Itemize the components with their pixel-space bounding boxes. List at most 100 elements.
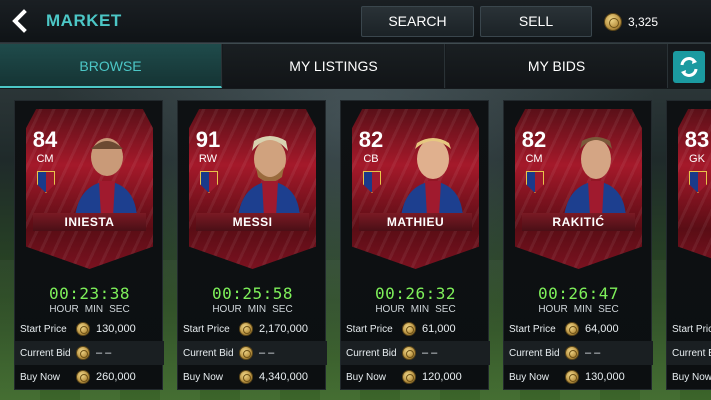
start-price-row: Start Price [667, 317, 711, 341]
tab-browse[interactable]: BROWSE [0, 44, 222, 88]
start-price-row: Start Price 130,000 [15, 317, 164, 341]
player-portrait [401, 138, 463, 217]
buy-now-value: 260,000 [96, 371, 136, 383]
page-title: MARKET [46, 11, 122, 30]
start-price-label: Start Price [509, 323, 556, 335]
timer-units: HOUR MIN SEC [15, 304, 164, 315]
coin-icon [239, 370, 253, 384]
player-portrait [75, 138, 137, 217]
player-name: INIESTA [33, 213, 146, 231]
coin-icon [565, 346, 579, 360]
start-price-value: 61,000 [422, 323, 456, 335]
coin-icon [76, 346, 90, 360]
current-bid-value: – – [585, 347, 601, 359]
current-bid-value: – – [259, 347, 275, 359]
start-price-label: Start Price [672, 323, 711, 335]
auction-timer: 00:23:38 [48, 284, 131, 303]
auction-timer: 00:26:47 [537, 284, 620, 303]
coin-amount: 3,325 [628, 15, 659, 29]
current-bid-label: Current Bid [20, 347, 71, 359]
current-bid-label: Current Bid [509, 347, 560, 359]
current-bid-label: Current Bid [183, 347, 234, 359]
back-arrow-icon[interactable] [8, 9, 32, 33]
buy-now-label: Buy Now [672, 371, 711, 383]
sell-button[interactable]: SELL [480, 6, 592, 37]
current-bid-row: Current Bid – – [341, 341, 490, 365]
start-price-value: 130,000 [96, 323, 136, 335]
coin-icon [402, 370, 416, 384]
start-price-value: 64,000 [585, 323, 619, 335]
player-card[interactable]: 82 CM RAKITIĆ 00:26:47 HOUR MIN SEC Star… [503, 100, 653, 390]
player-card[interactable]: 91 RW MESSI 00:25:58 HOUR MIN SEC Start … [177, 100, 327, 390]
current-bid-row: Current Bid – – [178, 341, 327, 365]
hour-label: HOUR [538, 304, 568, 315]
min-label: MIN [410, 304, 430, 315]
min-label: MIN [84, 304, 104, 315]
buy-now-row: Buy Now 130,000 [504, 365, 653, 389]
coin-icon [565, 322, 579, 336]
current-bid-label: Current Bid [346, 347, 397, 359]
tab-my-bids[interactable]: MY BIDS [446, 44, 668, 88]
coin-icon [76, 370, 90, 384]
player-rating: 82 [358, 127, 384, 152]
buy-now-value: 130,000 [585, 371, 625, 383]
sec-label: SEC [109, 304, 130, 315]
hour-label: HOUR [375, 304, 405, 315]
player-name: MESSI [196, 213, 309, 231]
hour-label: HOUR [212, 304, 242, 315]
buy-now-label: Buy Now [20, 371, 61, 383]
player-position: CM [36, 153, 54, 165]
player-position: CB [363, 153, 379, 165]
buy-now-value: 120,000 [422, 371, 462, 383]
start-price-row: Start Price 61,000 [341, 317, 490, 341]
player-position: CM [525, 153, 543, 165]
player-portrait [238, 136, 300, 217]
coin-icon [239, 346, 253, 360]
refresh-button[interactable] [673, 51, 705, 83]
player-position: GK [689, 153, 705, 165]
refresh-icon [680, 57, 698, 77]
current-bid-value: – – [422, 347, 438, 359]
buy-now-value: 4,340,000 [259, 371, 308, 383]
player-rating: 84 [32, 127, 58, 152]
current-bid-label: Current Bid [672, 347, 711, 359]
auction-timer: 00:25:58 [211, 284, 294, 303]
start-price-row: Start Price 2,170,000 [178, 317, 327, 341]
sec-label: SEC [272, 304, 293, 315]
player-card[interactable]: 82 CB MATHIEU 00:26:32 HOUR MIN SEC Star… [340, 100, 490, 390]
timer-units: HOUR MIN SEC [341, 304, 490, 315]
player-position: RW [198, 153, 218, 165]
player-portrait [564, 137, 626, 217]
player-listings: 84 CM INIESTA 00:23:38 HOUR MIN SEC Star… [0, 100, 711, 400]
min-label: MIN [247, 304, 267, 315]
coin-icon [76, 322, 90, 336]
player-name: MATHIEU [359, 213, 472, 231]
start-price-label: Start Price [20, 323, 67, 335]
current-bid-row: Current Bid – – [15, 341, 164, 365]
sec-label: SEC [435, 304, 456, 315]
coin-icon [402, 346, 416, 360]
player-name: RAKITIĆ [522, 213, 635, 231]
start-price-label: Start Price [346, 323, 393, 335]
tab-my-listings[interactable]: MY LISTINGS [223, 44, 445, 88]
start-price-row: Start Price 64,000 [504, 317, 653, 341]
buy-now-row: Buy Now 120,000 [341, 365, 490, 389]
market-tabs: BROWSE MY LISTINGS MY BIDS [0, 44, 711, 89]
player-card[interactable]: 84 CM INIESTA 00:23:38 HOUR MIN SEC Star… [14, 100, 164, 390]
buy-now-label: Buy Now [509, 371, 550, 383]
buy-now-row: Buy Now 260,000 [15, 365, 164, 389]
buy-now-label: Buy Now [346, 371, 387, 383]
search-button[interactable]: SEARCH [361, 6, 474, 37]
min-label: MIN [573, 304, 593, 315]
coin-icon [565, 370, 579, 384]
coin-icon [604, 13, 622, 31]
top-bar: MARKET SEARCH SELL 3,325 [0, 0, 711, 43]
player-card[interactable]: 83 GK Start Price Current Bid Buy Now [666, 100, 711, 390]
auction-timer: 00:26:32 [374, 284, 457, 303]
coin-icon [402, 322, 416, 336]
current-bid-row: Current Bid [667, 341, 711, 365]
current-bid-value: – – [96, 347, 112, 359]
coin-icon [239, 322, 253, 336]
start-price-label: Start Price [183, 323, 230, 335]
buy-now-row: Buy Now 4,340,000 [178, 365, 327, 389]
